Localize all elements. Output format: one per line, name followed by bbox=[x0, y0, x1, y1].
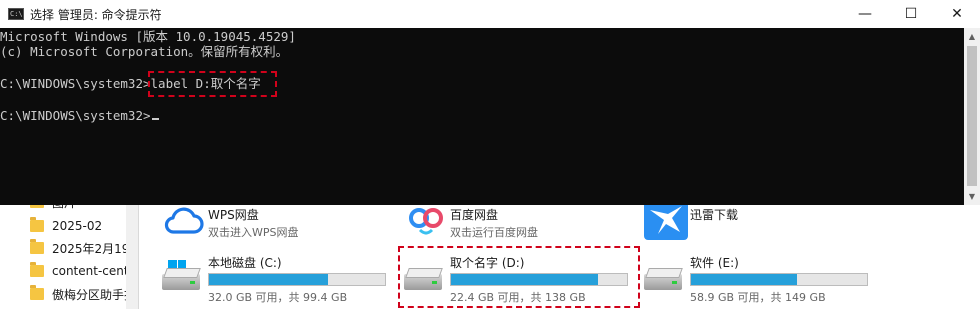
console-output[interactable]: Microsoft Windows [版本 10.0.19045.4529] (… bbox=[0, 28, 964, 205]
command-highlight-box bbox=[148, 71, 277, 97]
text-cursor bbox=[151, 118, 159, 120]
baidu-netdisk-icon bbox=[409, 208, 443, 235]
drive-usage-bar bbox=[690, 273, 868, 286]
minimize-icon: — bbox=[858, 6, 872, 22]
folder-icon bbox=[30, 262, 44, 277]
scroll-up-arrow-icon[interactable]: ▲ bbox=[964, 28, 980, 45]
drive-usage-fill bbox=[691, 274, 798, 285]
window-title: 选择 管理员: 命令提示符 bbox=[30, 8, 162, 22]
app-tile-wps-drive[interactable]: WPS网盘 双击进入WPS网盘 bbox=[158, 200, 398, 244]
title-bar[interactable]: C:\ 选择 管理员: 命令提示符 — ☐ ✕ bbox=[0, 0, 980, 29]
app-name: 迅雷下载 bbox=[690, 208, 739, 222]
nav-item-label: 傲梅分区助手技 bbox=[52, 287, 126, 302]
nav-item-label: 2025年2月19日 bbox=[52, 241, 126, 256]
drive-usage-bar bbox=[208, 273, 386, 286]
close-button[interactable]: ✕ bbox=[934, 0, 980, 28]
nav-item-label: content-center bbox=[52, 264, 126, 278]
folder-icon bbox=[30, 285, 44, 300]
drive-name: 软件 (E:) bbox=[690, 256, 739, 270]
minimize-button[interactable]: — bbox=[842, 0, 888, 28]
nav-item-folder[interactable]: 2025-02 bbox=[30, 216, 126, 236]
pane-divider bbox=[138, 198, 139, 309]
nav-item-folder[interactable]: 傲梅分区助手技 bbox=[30, 284, 126, 304]
console-scrollbar[interactable]: ▲ ▼ bbox=[964, 28, 980, 205]
console-line-version: Microsoft Windows [版本 10.0.19045.4529] bbox=[0, 29, 296, 44]
close-icon: ✕ bbox=[951, 6, 963, 22]
hard-drive-icon bbox=[162, 260, 202, 292]
app-description: 双击运行百度网盘 bbox=[450, 226, 538, 239]
app-tile-xunlei[interactable]: 迅雷下载 bbox=[640, 200, 880, 244]
folder-icon bbox=[30, 217, 44, 232]
console-prompt: C:\WINDOWS\system32> bbox=[0, 108, 151, 123]
drive-name: 本地磁盘 (C:) bbox=[208, 256, 282, 270]
nav-item-folder[interactable]: 2025年2月19日 bbox=[30, 238, 126, 258]
scroll-down-arrow-icon[interactable]: ▼ bbox=[964, 188, 980, 205]
drive-d-highlight-box bbox=[398, 246, 640, 308]
maximize-button[interactable]: ☐ bbox=[888, 0, 934, 28]
app-tile-baidu-drive[interactable]: 百度网盘 双击运行百度网盘 bbox=[400, 200, 640, 244]
nav-item-folder[interactable]: content-center bbox=[30, 261, 126, 281]
command-prompt-window: C:\ 选择 管理员: 命令提示符 — ☐ ✕ Microsoft Window… bbox=[0, 0, 980, 205]
drive-tile-c[interactable]: 本地磁盘 (C:) 32.0 GB 可用，共 99.4 GB bbox=[158, 252, 398, 304]
scroll-thumb[interactable] bbox=[967, 46, 977, 186]
drive-usage-fill bbox=[209, 274, 329, 285]
cmd-app-icon[interactable]: C:\ bbox=[8, 8, 24, 20]
xunlei-bird-icon bbox=[644, 200, 688, 240]
navigation-pane: 图片 2025-02 2025年2月19日 content-center 傲梅分… bbox=[0, 193, 126, 309]
app-name: 百度网盘 bbox=[450, 208, 499, 222]
wps-cloud-icon bbox=[164, 207, 204, 234]
nav-pane-scrollbar[interactable] bbox=[126, 198, 138, 309]
app-description: 双击进入WPS网盘 bbox=[208, 226, 299, 239]
maximize-icon: ☐ bbox=[904, 6, 918, 22]
console-line-copyright: (c) Microsoft Corporation。保留所有权利。 bbox=[0, 44, 289, 59]
nav-item-label: 2025-02 bbox=[52, 219, 103, 233]
console-prompt: C:\WINDOWS\system32> bbox=[0, 76, 151, 91]
drive-free-space: 32.0 GB 可用，共 99.4 GB bbox=[208, 291, 348, 304]
console-line-prompt: C:\WINDOWS\system32> bbox=[0, 108, 159, 123]
folder-icon bbox=[30, 239, 44, 254]
drive-tile-e[interactable]: 软件 (E:) 58.9 GB 可用，共 149 GB bbox=[640, 252, 880, 304]
hard-drive-icon bbox=[644, 266, 684, 292]
app-name: WPS网盘 bbox=[208, 208, 259, 222]
drive-free-space: 58.9 GB 可用，共 149 GB bbox=[690, 291, 826, 304]
